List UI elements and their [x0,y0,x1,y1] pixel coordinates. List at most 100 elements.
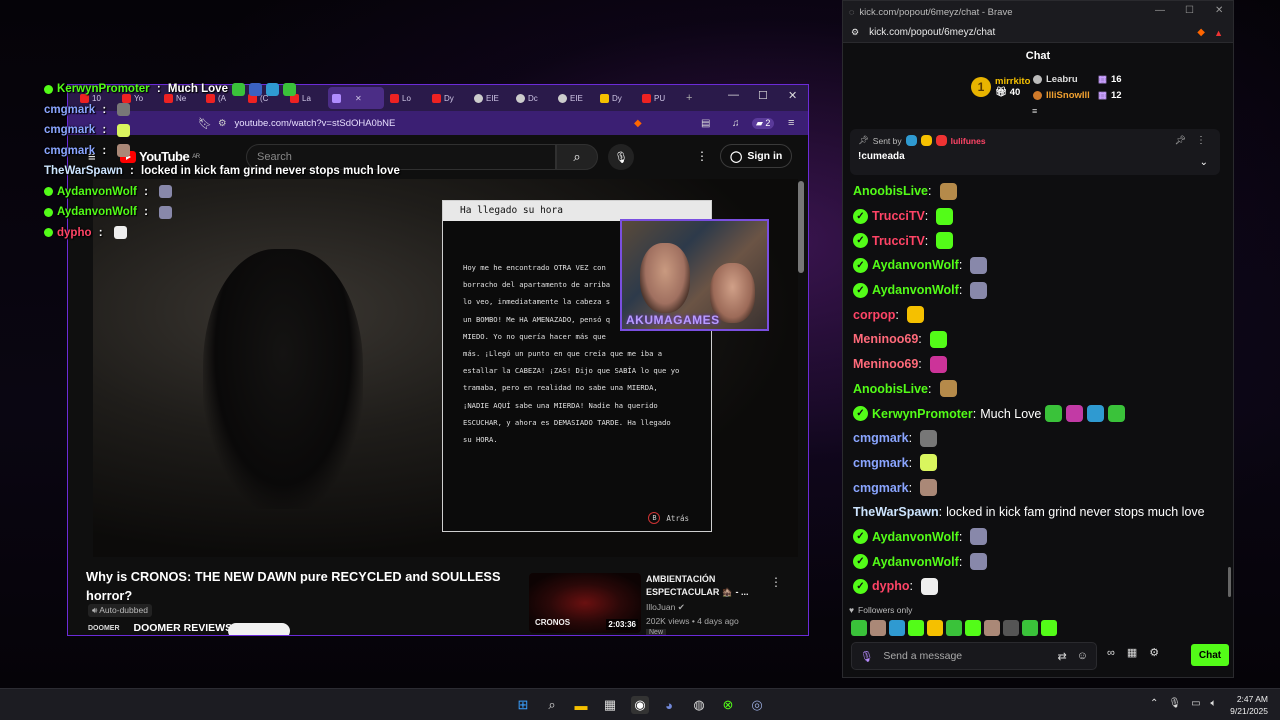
chat-username[interactable]: AydanvonWolf [872,555,959,569]
quick-emote-icon[interactable] [927,620,943,636]
discord-icon[interactable]: ◕ [660,696,678,714]
quick-emote-icon[interactable] [946,620,962,636]
chat-message[interactable]: ✓ TrucciTV: [853,228,1223,253]
chat-message[interactable]: ✓ dypho: [853,574,1223,599]
store-icon[interactable]: ▦ [1127,646,1137,659]
chat-message[interactable]: TheWarSpawn: locked in kick fam grind nev… [853,500,1223,525]
monitor-icon[interactable]: ▭ [1191,698,1200,709]
chat-message[interactable]: ✓ KerwynPromoter: Much Love [853,401,1223,426]
chat-username[interactable]: cmgmark [853,456,909,470]
chat-message[interactable]: AnoobisLive: [853,179,1223,204]
maximize-button[interactable]: ☐ [1185,5,1194,16]
chat-username[interactable]: AnoobisLive [853,184,928,198]
app-icon[interactable]: ◍ [690,696,708,714]
store-icon[interactable]: ▦ [601,696,619,714]
settings-icon[interactable]: ⚙︎ [1149,646,1159,659]
sign-in-button[interactable]: ◯ Sign in [720,144,793,168]
url-text[interactable]: kick.com/popout/6meyz/chat [869,27,995,38]
browser-tab[interactable]: Dy [596,87,636,109]
emoji-icon[interactable]: ☺ [1077,650,1088,663]
mic-icon[interactable]: 🎙︎ [860,650,873,663]
quick-emote-icon[interactable] [889,620,905,636]
kick-address-bar[interactable]: ⚙︎ kick.com/popout/6meyz/chat ◆ ▲ [843,23,1233,43]
more-options-icon[interactable]: ⋮ [696,149,708,163]
close-window-button[interactable]: ✕ [788,89,797,102]
chat-message[interactable]: cmgmark: [853,475,1223,500]
channel-row[interactable]: DOOMER DOOMER REVIEWS [88,622,232,634]
chat-username[interactable]: AnoobisLive [853,382,928,396]
xbox-icon[interactable]: ⊗ [719,696,737,714]
search-button[interactable]: ⌕ [556,144,598,170]
close-window-button[interactable]: ✕ [1215,5,1223,16]
recommended-channel[interactable]: IlloJuan ✔ [646,602,766,613]
chat-message[interactable]: ✓ AydanvonWolf: [853,278,1223,303]
quick-emote-icon[interactable] [870,620,886,636]
chat-username[interactable]: TrucciTV [872,209,925,223]
maximize-button[interactable]: ☐ [758,89,768,102]
site-info-icon[interactable]: ⚙︎ [851,27,859,38]
page-scrollbar[interactable] [798,181,804,273]
new-tab-icon[interactable]: + [686,92,692,104]
chat-message[interactable]: ✓ AydanvonWolf: [853,253,1223,278]
quick-emote-icon[interactable] [851,620,867,636]
wallet-badge[interactable]: ▰ 2 [752,117,775,129]
pinned-menu-icon[interactable]: ⋮ [1196,135,1206,146]
pin-icon[interactable]: 📌︎ [1175,135,1186,146]
quick-emote-icon[interactable] [965,620,981,636]
pinned-message[interactable]: 📌︎ Sent by lulifunes 📌︎ ⋮ !cumeada ⌄ [850,129,1220,175]
rewards-icon[interactable]: ▲ [1214,28,1223,38]
chat-username[interactable]: KerwynPromoter [872,407,973,421]
chat-username[interactable]: Meninoo69 [853,332,918,346]
chat-message[interactable]: ✓ AydanvonWolf: [853,549,1223,574]
chat-username[interactable]: AydanvonWolf [872,283,959,297]
browser-tab[interactable]: PU [638,87,678,109]
chat-username[interactable]: Meninoo69 [853,357,918,371]
mic-icon[interactable]: 🎙︎ [1168,698,1181,709]
quick-emote-icon[interactable] [908,620,924,636]
chat-input[interactable]: 🎙︎ Send a message ⇄ ☺ [851,642,1097,670]
brave-shield-icon[interactable]: ◆ [634,118,642,129]
quick-emote-icon[interactable] [984,620,1000,636]
chat-message[interactable]: corpop: [853,302,1223,327]
media-icon[interactable]: ♫ [732,118,740,129]
quick-emote-icon[interactable] [1041,620,1057,636]
steam-icon[interactable]: ◎ [748,696,766,714]
chat-username[interactable]: AydanvonWolf [872,530,959,544]
chat-username[interactable]: cmgmark [853,481,909,495]
chat-message[interactable]: Meninoo69: [853,327,1223,352]
start-icon[interactable]: ⊞ [514,696,532,714]
minimize-button[interactable]: — [728,89,739,101]
chat-message[interactable]: Meninoo69: [853,352,1223,377]
channel-name[interactable]: DOOMER REVIEWS [134,622,233,634]
channel-avatar[interactable]: DOOMER [88,625,120,632]
reader-icon[interactable]: ▤ [701,118,710,129]
menu-icon[interactable]: ≡ [788,117,794,129]
clock[interactable]: 2:47 AM 9/21/2025 [1230,693,1268,717]
search-icon[interactable]: ⌕ [543,696,561,714]
voice-search-button[interactable]: 🎙︎ [608,144,634,170]
chat-username[interactable]: TheWarSpawn [853,505,939,519]
chat-username[interactable]: cmgmark [853,431,909,445]
browser-tab[interactable]: EIE [470,87,510,109]
recommended-thumbnail[interactable]: CRONOS 2:03:36 [529,573,641,633]
quick-emote-icon[interactable] [1003,620,1019,636]
chat-message[interactable]: ✓ AydanvonWolf: [853,525,1223,550]
recommended-menu-icon[interactable]: ⋮ [770,575,782,589]
chat-message[interactable]: ✓ TrucciTV: [853,204,1223,229]
chat-message[interactable]: cmgmark: [853,451,1223,476]
browser-tab[interactable]: Dc [512,87,552,109]
quick-emote-icon[interactable] [1022,620,1038,636]
minimize-button[interactable]: — [1155,5,1165,16]
translate-icon[interactable]: ⇄ [1058,650,1067,663]
chat-message[interactable]: AnoobisLive: [853,377,1223,402]
chevron-down-icon[interactable]: ⌄ [1200,157,1208,168]
subscribe-button[interactable] [228,623,290,635]
recommended-title[interactable]: AMBIENTACIÓN ESPECTACULAR 🏚️ - ... [646,573,766,599]
chat-scrollbar[interactable] [1228,567,1231,597]
chat-username[interactable]: corpop [853,308,895,322]
chat-message[interactable]: cmgmark: [853,426,1223,451]
chat-username[interactable]: AydanvonWolf [872,258,959,272]
chat-username[interactable]: TrucciTV [872,234,925,248]
expand-leaderboard-icon[interactable]: ≡ [1032,106,1037,116]
chevron-up-icon[interactable]: ⌃ [1150,698,1158,709]
